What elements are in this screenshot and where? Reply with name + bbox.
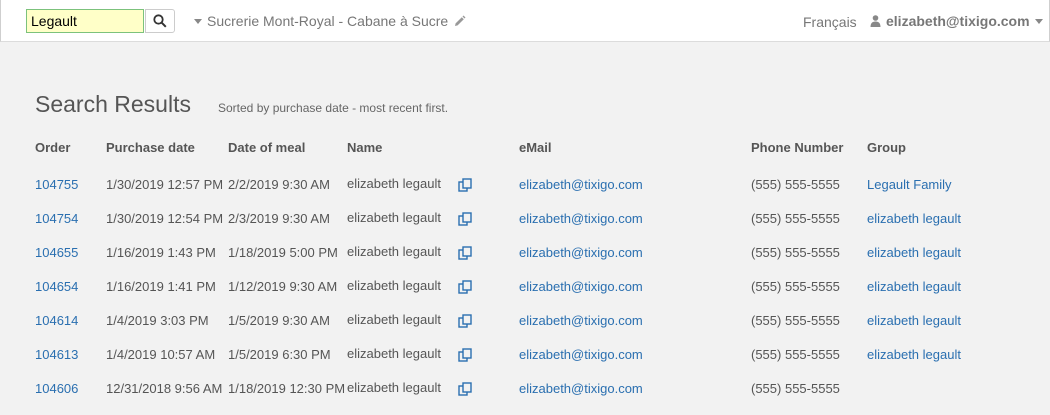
phone-number: (555) 555-5555	[751, 177, 840, 192]
email-link[interactable]: elizabeth@tixigo.com	[519, 279, 643, 294]
language-link[interactable]: Français	[803, 14, 857, 30]
email-link[interactable]: elizabeth@tixigo.com	[519, 177, 643, 192]
copy-icon[interactable]	[458, 246, 472, 260]
purchase-date: 1/4/2019 3:03 PM	[106, 313, 209, 328]
top-bar: Sucrerie Mont-Royal - Cabane à Sucre Fra…	[0, 0, 1050, 42]
email-link[interactable]: elizabeth@tixigo.com	[519, 211, 643, 226]
phone-number: (555) 555-5555	[751, 313, 840, 328]
meal-date: 1/12/2019 9:30 AM	[228, 279, 338, 294]
group-link[interactable]: elizabeth legault	[867, 211, 961, 226]
sort-note: Sorted by purchase date - most recent fi…	[218, 101, 449, 115]
column-header-email: eMail	[519, 140, 552, 155]
group-link[interactable]: elizabeth legault	[867, 245, 961, 260]
purchase-date: 1/16/2019 1:43 PM	[106, 245, 216, 260]
copy-icon[interactable]	[458, 280, 472, 294]
email-link[interactable]: elizabeth@tixigo.com	[519, 347, 643, 362]
email-link[interactable]: elizabeth@tixigo.com	[519, 381, 643, 396]
phone-number: (555) 555-5555	[751, 347, 840, 362]
table-row: 104614 1/4/2019 3:03 PM 1/5/2019 9:30 AM el…	[0, 312, 1050, 347]
caret-down-icon	[194, 18, 202, 24]
group-link[interactable]: Legault Family	[867, 177, 952, 192]
copy-icon[interactable]	[458, 348, 472, 362]
copy-icon[interactable]	[458, 382, 472, 396]
customer-name: elizabeth legault	[347, 312, 441, 327]
purchase-date: 1/16/2019 1:41 PM	[106, 279, 216, 294]
column-header-purchase-date: Purchase date	[106, 140, 195, 155]
meal-date: 1/5/2019 9:30 AM	[228, 313, 330, 328]
column-header-group: Group	[867, 140, 906, 155]
order-link[interactable]: 104606	[35, 381, 78, 396]
email-link[interactable]: elizabeth@tixigo.com	[519, 245, 643, 260]
search-icon	[153, 14, 167, 28]
phone-number: (555) 555-5555	[751, 245, 840, 260]
pencil-icon[interactable]	[453, 15, 466, 28]
phone-number: (555) 555-5555	[751, 279, 840, 294]
purchase-date: 1/4/2019 10:57 AM	[106, 347, 216, 362]
order-link[interactable]: 104754	[35, 211, 78, 226]
column-header-meal-date: Date of meal	[228, 140, 306, 155]
table-row: 104655 1/16/2019 1:43 PM 1/18/2019 5:00 PM…	[0, 244, 1050, 279]
order-link[interactable]: 104755	[35, 177, 78, 192]
customer-name: elizabeth legault	[347, 346, 441, 361]
customer-name: elizabeth legault	[347, 176, 441, 191]
order-link[interactable]: 104614	[35, 313, 78, 328]
customer-name: elizabeth legault	[347, 278, 441, 293]
table-row: 104654 1/16/2019 1:41 PM 1/12/2019 9:30 AM…	[0, 278, 1050, 313]
user-icon	[870, 15, 881, 27]
purchase-date: 12/31/2018 9:56 AM	[106, 381, 223, 396]
search-input[interactable]	[26, 9, 144, 33]
purchase-date: 1/30/2019 12:54 PM	[106, 211, 224, 226]
meal-date: 1/18/2019 12:30 PM	[228, 381, 346, 396]
table-row: 104613 1/4/2019 10:57 AM 1/5/2019 6:30 PM e…	[0, 346, 1050, 381]
page-title: Search Results	[35, 91, 191, 117]
customer-name: elizabeth legault	[347, 380, 441, 395]
purchase-date: 1/30/2019 12:57 PM	[106, 177, 224, 192]
copy-icon[interactable]	[458, 178, 472, 192]
column-header-phone: Phone Number	[751, 140, 844, 155]
copy-icon[interactable]	[458, 212, 472, 226]
account-menu[interactable]: elizabeth@tixigo.com	[870, 13, 1043, 29]
meal-date: 1/5/2019 6:30 PM	[228, 347, 331, 362]
order-link[interactable]: 104654	[35, 279, 78, 294]
group-link[interactable]: elizabeth legault	[867, 279, 961, 294]
group-link[interactable]: elizabeth legault	[867, 313, 961, 328]
venue-name: Sucrerie Mont-Royal - Cabane à Sucre	[207, 13, 449, 29]
column-header-name: Name	[347, 140, 383, 155]
phone-number: (555) 555-5555	[751, 211, 840, 226]
caret-down-icon	[1034, 18, 1043, 24]
meal-date: 2/2/2019 9:30 AM	[228, 177, 330, 192]
email-link[interactable]: elizabeth@tixigo.com	[519, 313, 643, 328]
phone-number: (555) 555-5555	[751, 381, 840, 396]
venue-selector[interactable]: Sucrerie Mont-Royal - Cabane à Sucre	[194, 13, 466, 29]
table-row: 104755 1/30/2019 12:57 PM 2/2/2019 9:30 AM…	[0, 176, 1050, 211]
order-link[interactable]: 104655	[35, 245, 78, 260]
customer-name: elizabeth legault	[347, 244, 441, 259]
search-button[interactable]	[145, 9, 175, 33]
customer-name: elizabeth legault	[347, 210, 441, 225]
order-link[interactable]: 104613	[35, 347, 78, 362]
account-email: elizabeth@tixigo.com	[886, 13, 1030, 29]
copy-icon[interactable]	[458, 314, 472, 328]
meal-date: 2/3/2019 9:30 AM	[228, 211, 330, 226]
meal-date: 1/18/2019 5:00 PM	[228, 245, 338, 260]
column-header-order: Order	[35, 140, 71, 155]
group-link[interactable]: elizabeth legault	[867, 347, 961, 362]
table-row: 104754 1/30/2019 12:54 PM 2/3/2019 9:30 AM…	[0, 210, 1050, 245]
